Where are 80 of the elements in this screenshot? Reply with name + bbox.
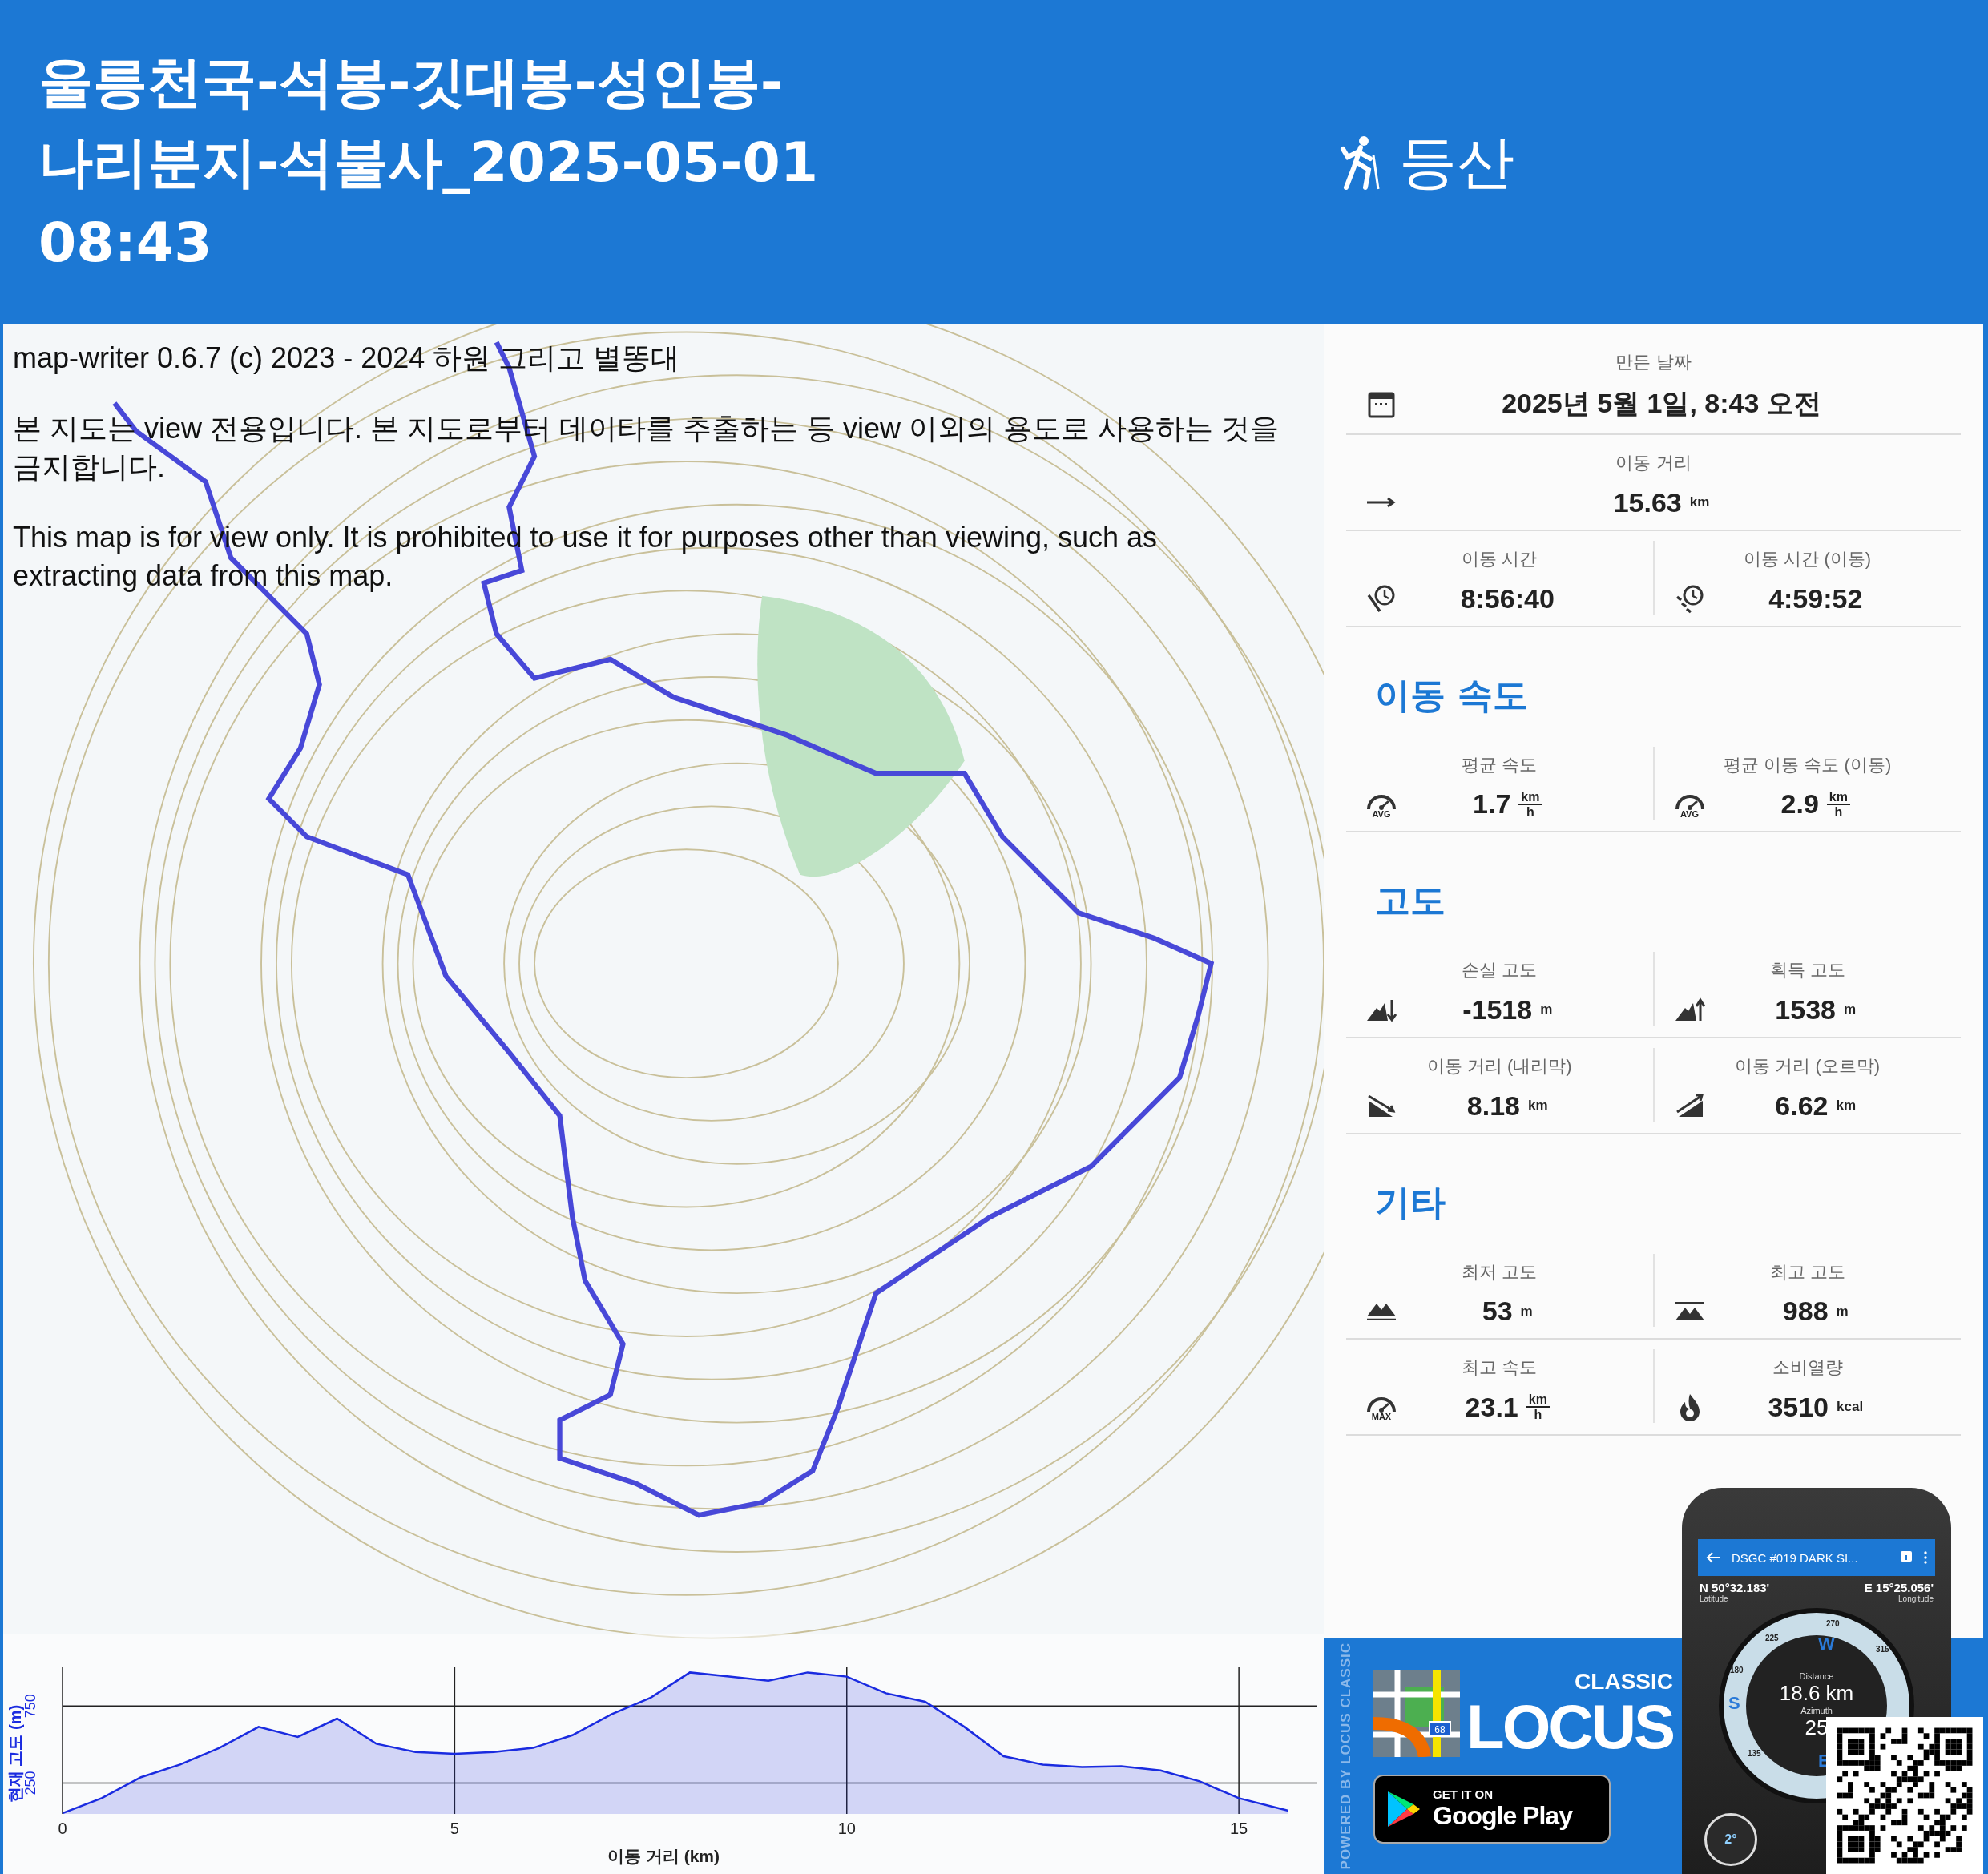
stat-unit: m: [1844, 1001, 1857, 1018]
stat-value: 1538: [1775, 993, 1836, 1026]
stat-unit: km: [1836, 1098, 1857, 1114]
compass-degree: 315: [1876, 1645, 1889, 1654]
route-number: 68: [1434, 1724, 1446, 1735]
stat-unit: km h: [1526, 1392, 1550, 1422]
compass-degree: 135: [1748, 1749, 1761, 1758]
compass-degree: 225: [1765, 1634, 1779, 1642]
play-icon: [1386, 1790, 1421, 1828]
stat-unit: m: [1520, 1303, 1533, 1320]
section-title: 기타: [1375, 1181, 1446, 1224]
stat-label: 획득 고도: [1769, 959, 1845, 981]
stat-value: 53: [1482, 1296, 1513, 1327]
stat-unit: m: [1836, 1303, 1849, 1320]
stat-value: 8.18: [1466, 1090, 1521, 1122]
stat-unit: km h: [1518, 789, 1542, 819]
longitude-label: Longitude: [1898, 1594, 1934, 1603]
section-title: 고도: [1375, 879, 1446, 922]
stat-label: 이동 거리 (내리막): [1426, 1055, 1572, 1078]
stat-label: 손실 고도: [1462, 959, 1538, 981]
stat-value: 1.7: [1473, 788, 1511, 820]
stat-value: 8:56:40: [1460, 582, 1555, 615]
compass-degree: 270: [1826, 1619, 1840, 1628]
x-tick-label: 5: [450, 1820, 459, 1837]
stat-value: 23.1: [1465, 1391, 1518, 1423]
compass-degree: 180: [1730, 1666, 1744, 1675]
mountains-icon: [1675, 1301, 1704, 1321]
stat-unit: kcal: [1837, 1399, 1864, 1415]
stat-value: 15.63: [1613, 486, 1682, 518]
stat-value: 6.62: [1775, 1090, 1829, 1122]
stat-value: 2.9: [1780, 788, 1819, 820]
stat-label: 이동 시간: [1462, 548, 1538, 570]
app-title: DSGC #019 DARK SI...: [1732, 1550, 1859, 1565]
azimuth-label: Azimuth: [1800, 1706, 1833, 1715]
stat-label: 소비열량: [1772, 1356, 1843, 1379]
more-icon: [1924, 1551, 1927, 1564]
stat-unit: m: [1540, 1001, 1553, 1018]
latitude-label: Latitude: [1700, 1594, 1728, 1603]
x-tick-label: 10: [837, 1820, 856, 1837]
stat-label: 만든 날짜: [1615, 351, 1692, 373]
stat-label: 평균 속도: [1462, 754, 1538, 776]
back-arrow-icon: [1706, 1551, 1720, 1564]
azimuth-value: 25: [1805, 1715, 1829, 1740]
stat-unit: km: [1528, 1098, 1548, 1114]
stat-label: 최고 속도: [1462, 1356, 1538, 1379]
mountains-icon: [1367, 1302, 1396, 1320]
stat-unit: km: [1689, 494, 1710, 510]
compass-letter: W: [1818, 1634, 1835, 1654]
stat-label: 평균 이동 속도 (이동): [1724, 754, 1892, 776]
logo-subtitle: CLASSIC: [1575, 1669, 1673, 1695]
y-axis-title: 현재 고도 (m): [6, 1704, 24, 1803]
stat-value: -1518: [1462, 993, 1533, 1026]
stat-value: 3510: [1768, 1391, 1829, 1423]
stat-label: 이동 거리: [1615, 452, 1692, 474]
stat-unit: km h: [1826, 789, 1850, 819]
icon-caption: MAX: [1371, 1412, 1392, 1422]
stat-value: 2025년 5월 1일, 8:43 오전: [1502, 387, 1821, 420]
icon-caption: AVG: [1372, 808, 1391, 819]
stat-label: 최고 고도: [1769, 1261, 1845, 1284]
icon-caption: AVG: [1680, 808, 1699, 819]
stat-label: 이동 거리 (오르막): [1735, 1055, 1881, 1078]
stat-label: 최저 고도: [1462, 1261, 1538, 1284]
stat-value: 988: [1782, 1296, 1829, 1327]
tilt-indicator: 2°: [1704, 1813, 1757, 1866]
latitude-value: N 50°32.183': [1700, 1581, 1770, 1594]
track-title: 울릉천국-석봉-깃대봉-성인봉- 나리분지-석불사_2025-05-01 08:43: [38, 49, 820, 276]
activity-label: 등산: [1399, 127, 1514, 197]
longitude-value: E 15°25.056': [1864, 1581, 1934, 1594]
powered-by-text: POWERED BY LOCUS CLASSIC: [1338, 1642, 1354, 1870]
store-badge[interactable]: GET IT ON Google Play: [1373, 1775, 1611, 1844]
stat-value: 4:59:52: [1768, 582, 1863, 615]
stat-label: 이동 시간 (이동): [1744, 548, 1872, 570]
x-tick-label: 0: [58, 1820, 67, 1837]
logo-wordmark: LOCUS: [1466, 1695, 1673, 1759]
x-tick-label: 15: [1230, 1820, 1248, 1837]
section-title: 이동 속도: [1375, 674, 1530, 717]
compass-letter: S: [1728, 1693, 1740, 1714]
distance-label: Distance: [1799, 1671, 1834, 1681]
distance-value: 18.6 km: [1779, 1681, 1854, 1706]
x-axis-title: 이동 거리 (km): [607, 1847, 720, 1865]
